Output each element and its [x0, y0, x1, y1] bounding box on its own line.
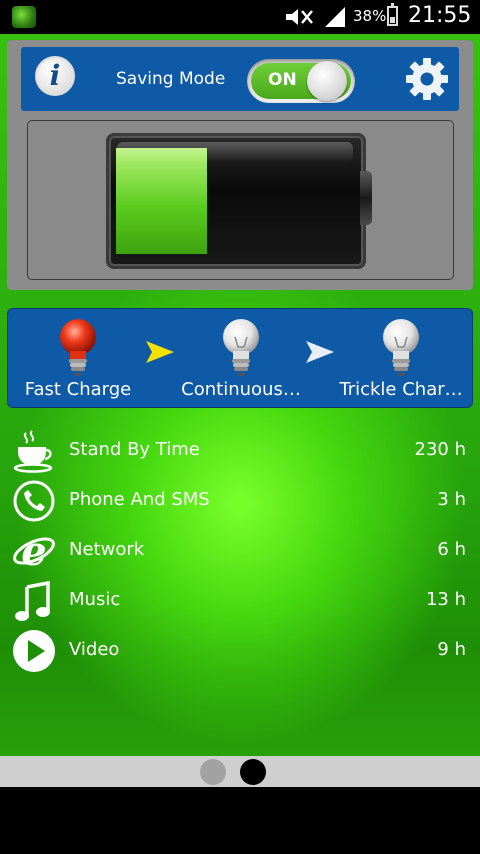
svg-text:e: e [21, 529, 46, 573]
stat-row-phone-sms[interactable]: Phone And SMS 3 h [0, 478, 480, 524]
stat-row-network[interactable]: e Network 6 h [0, 528, 480, 574]
battery-cap [360, 171, 372, 225]
bottom-area [0, 787, 480, 854]
stat-label: Phone And SMS [69, 489, 210, 510]
saving-mode-label: Saving Mode [116, 69, 226, 89]
stat-value: 9 h [437, 639, 466, 660]
stat-value: 3 h [437, 489, 466, 510]
stage-label: Continuous… [181, 379, 301, 400]
music-note-icon [15, 580, 50, 621]
stage-fast-charge: Fast Charge [3, 313, 153, 405]
stage-continuous: Continuous… [166, 313, 316, 405]
status-bar: 38% 21:55 [0, 0, 480, 34]
header-bar: i Saving Mode ON [21, 47, 459, 111]
internet-explorer-icon: e [13, 529, 55, 573]
page-dot-2-active[interactable] [240, 759, 266, 785]
stat-label: Music [69, 589, 121, 610]
stage-label: Fast Charge [24, 379, 132, 400]
top-panel: i Saving Mode ON [7, 40, 473, 290]
stat-label: Stand By Time [69, 439, 200, 460]
clock: 21:55 [408, 3, 472, 28]
settings-gear-icon[interactable] [404, 56, 450, 102]
battery-percent: 38% [353, 7, 387, 25]
stat-row-standby[interactable]: Stand By Time 230 h [0, 428, 480, 474]
charge-stages-panel: Fast Charge Continuous… Trickle Char… [7, 308, 473, 408]
stat-label: Video [69, 639, 120, 660]
bulb-icon-red [60, 319, 96, 376]
mute-icon [286, 9, 313, 25]
stage-label: Trickle Char… [339, 379, 463, 400]
bulb-icon-white [223, 319, 259, 376]
stat-value: 6 h [437, 539, 466, 560]
page-dot-1[interactable] [200, 759, 226, 785]
stat-value: 13 h [425, 589, 466, 610]
signal-icon [325, 7, 345, 27]
stage-trickle-charge: Trickle Char… [326, 313, 476, 405]
coffee-cup-icon [13, 430, 53, 473]
bulb-icon-white [383, 319, 419, 376]
page-indicator [0, 756, 480, 787]
battery-graphic [106, 133, 366, 269]
battery-display [27, 120, 454, 280]
stat-value: 230 h [414, 439, 467, 460]
phone-icon [13, 480, 55, 522]
battery-icon [387, 3, 398, 26]
toggle-knob[interactable] [307, 61, 347, 101]
toggle-state-label: ON [268, 70, 297, 90]
stat-label: Network [69, 539, 145, 560]
stat-row-music[interactable]: Music 13 h [0, 578, 480, 624]
saving-mode-toggle[interactable]: ON [247, 59, 355, 103]
app-notification-icon [12, 6, 36, 28]
info-button[interactable]: i [35, 56, 75, 96]
play-icon [13, 630, 55, 672]
battery-level-fill [116, 148, 208, 254]
main-content: i Saving Mode ON Fast Charge Continuous…… [0, 34, 480, 756]
stat-row-video[interactable]: Video 9 h [0, 628, 480, 674]
